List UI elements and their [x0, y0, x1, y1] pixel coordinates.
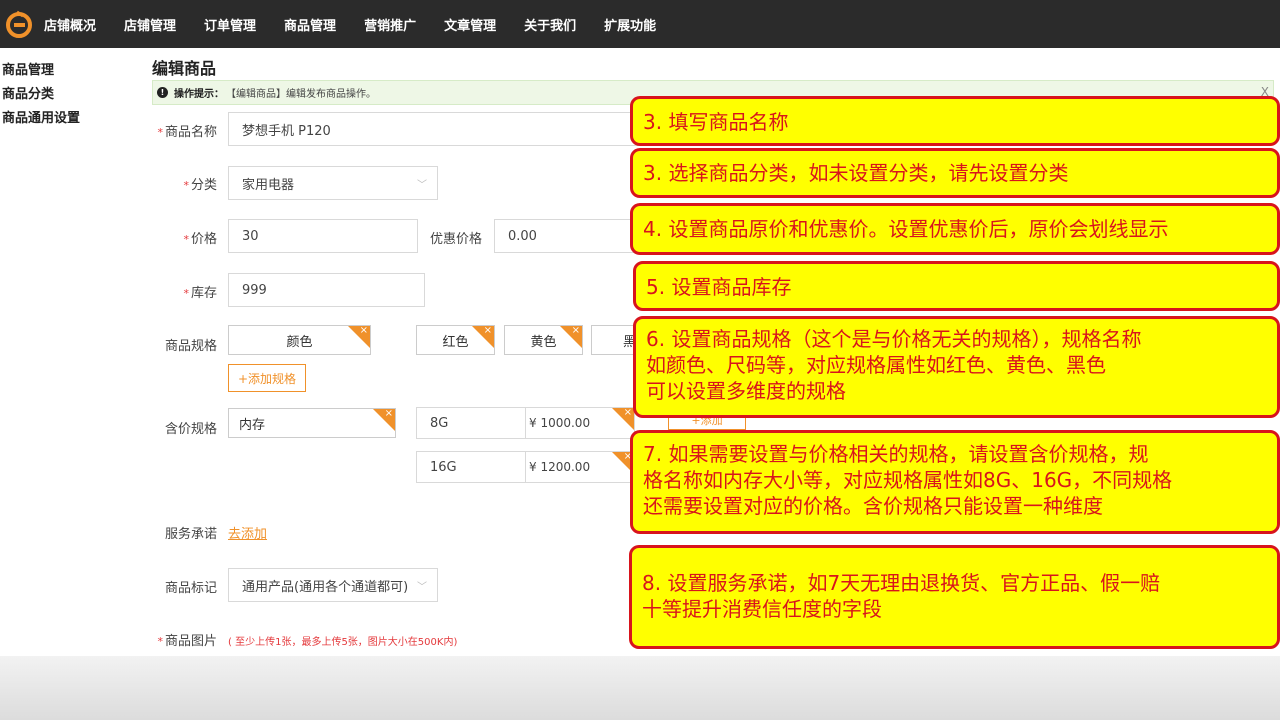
sidebar-item-product-management[interactable]: 商品管理 [2, 59, 54, 78]
category-value: 家用电器 [242, 177, 295, 193]
price-spec-value-input[interactable]: 8G [416, 407, 526, 439]
spec-name-text: 颜色 [286, 334, 313, 350]
nav-item-store-management[interactable]: 店铺管理 [124, 15, 176, 34]
page-title: 编辑商品 [152, 59, 217, 78]
spec-name-tag[interactable]: 颜色 × [228, 325, 371, 355]
mark-select[interactable]: 通用产品(通用各个通道都可) ﹀ [228, 568, 438, 602]
remove-tag-icon[interactable]: × [560, 326, 582, 348]
remove-tag-icon[interactable]: × [612, 408, 634, 430]
callout-text: 3. 选择商品分类，如未设置分类，请先设置分类 [643, 161, 1069, 185]
sidebar-item-product-category[interactable]: 商品分类 [2, 83, 54, 102]
price-spec-price-text: ¥ 1200.00 [529, 460, 591, 474]
callout-service: 8. 设置服务承诺，如7天无理由退换货、官方正品、假一赔 十等提升消费信任度的字… [629, 545, 1280, 649]
stock-label: * 库存 [183, 286, 217, 301]
price-spec-price-input[interactable]: ¥ 1200.00 × [525, 451, 635, 483]
service-label: 服务承诺 [164, 527, 217, 542]
mark-value: 通用产品(通用各个通道都可) [242, 579, 409, 595]
remove-tag-icon[interactable]: × [373, 409, 395, 431]
image-label: * 商品图片 [157, 634, 217, 649]
chevron-down-icon: ﹀ [417, 180, 427, 191]
remove-tag-icon[interactable]: × [472, 326, 494, 348]
category-select[interactable]: 家用电器 ﹀ [228, 166, 438, 200]
callout-text: 可以设置多维度的规格 [646, 379, 846, 403]
remove-tag-icon[interactable]: × [348, 326, 370, 348]
callout-text: 4. 设置商品原价和优惠价。设置优惠价后，原价会划线显示 [643, 217, 1169, 241]
stock-input[interactable]: 999 [228, 273, 425, 307]
callout-product-name: 3. 填写商品名称 [630, 96, 1280, 146]
bottom-strip [0, 656, 1280, 720]
discount-price-input[interactable]: 0.00 [494, 219, 644, 253]
price-spec-name-text: 内存 [239, 417, 266, 433]
nav-item-about-us[interactable]: 关于我们 [524, 15, 576, 34]
callout-text: 格名称如内存大小等，对应规格属性如8G、16G，不同规格 [643, 468, 1173, 492]
nav-item-store-overview[interactable]: 店铺概况 [44, 15, 96, 34]
spec-value-tag[interactable]: 红色 × [416, 325, 495, 355]
category-label: * 分类 [183, 178, 217, 193]
nav-item-marketing[interactable]: 营销推广 [364, 15, 416, 34]
info-icon: ! [157, 87, 168, 98]
price-input[interactable]: 30 [228, 219, 418, 253]
callout-text: 6. 设置商品规格（这个是与价格无关的规格），规格名称 [646, 327, 1142, 351]
nav-item-order-management[interactable]: 订单管理 [204, 15, 256, 34]
tip-label: 操作提示： [174, 89, 224, 100]
add-spec-button[interactable]: +添加规格 [228, 364, 306, 392]
image-hint: ( 至少上传1张，最多上传5张，图片大小在500K内) [228, 637, 458, 648]
callout-text: 5. 设置商品库存 [646, 275, 792, 299]
callout-text: 3. 填写商品名称 [643, 110, 789, 134]
mark-label: 商品标记 [164, 581, 217, 596]
callout-text: 如颜色、尺码等，对应规格属性如红色、黄色、黑色 [646, 353, 1106, 377]
nav-item-product-management[interactable]: 商品管理 [284, 15, 336, 34]
discount-price-label: 优惠价格 [430, 232, 483, 247]
sidebar [0, 48, 140, 656]
callout-text: 还需要设置对应的价格。含价规格只能设置一种维度 [643, 494, 1103, 518]
callout-text: 8. 设置服务承诺，如7天无理由退换货、官方正品、假一赔 [642, 571, 1161, 595]
price-spec-label: 含价规格 [164, 422, 217, 437]
spec-value-text: 黄色 [530, 334, 557, 350]
chevron-down-icon: ﹀ [417, 582, 427, 593]
spec-value-text: 红色 [442, 334, 469, 350]
spec-value-tag[interactable]: 黄色 × [504, 325, 583, 355]
callout-spec: 6. 设置商品规格（这个是与价格无关的规格），规格名称 如颜色、尺码等，对应规格… [633, 316, 1280, 418]
callout-price: 4. 设置商品原价和优惠价。设置优惠价后，原价会划线显示 [630, 203, 1280, 255]
price-spec-price-text: ¥ 1000.00 [529, 416, 591, 430]
nav-item-extensions[interactable]: 扩展功能 [604, 15, 656, 34]
top-nav-bar: 店铺概况 店铺管理 订单管理 商品管理 营销推广 文章管理 关于我们 扩展功能 [0, 0, 1280, 48]
sidebar-item-general-settings[interactable]: 商品通用设置 [2, 107, 80, 126]
price-spec-name-tag[interactable]: 内存 × [228, 408, 396, 438]
brand-logo-icon[interactable] [4, 9, 34, 39]
price-label: * 价格 [183, 232, 217, 247]
tip-text: 【编辑商品】编辑发布商品操作。 [226, 89, 376, 100]
callout-price-spec: 7. 如果需要设置与价格相关的规格，请设置含价规格，规 格名称如内存大小等，对应… [630, 430, 1280, 534]
price-spec-value-input[interactable]: 16G [416, 451, 526, 483]
product-name-input[interactable]: 梦想手机 P120 [228, 112, 648, 146]
add-service-link[interactable]: 去添加 [228, 523, 267, 542]
nav-item-article-management[interactable]: 文章管理 [444, 15, 496, 34]
spec-label: 商品规格 [164, 339, 217, 354]
callout-stock: 5. 设置商品库存 [633, 261, 1280, 311]
product-name-label: * 商品名称 [157, 125, 217, 140]
callout-text: 7. 如果需要设置与价格相关的规格，请设置含价规格，规 [643, 442, 1149, 466]
callout-category: 3. 选择商品分类，如未设置分类，请先设置分类 [630, 148, 1280, 198]
price-spec-price-input[interactable]: ¥ 1000.00 × [525, 407, 635, 439]
callout-text: 十等提升消费信任度的字段 [642, 597, 882, 621]
